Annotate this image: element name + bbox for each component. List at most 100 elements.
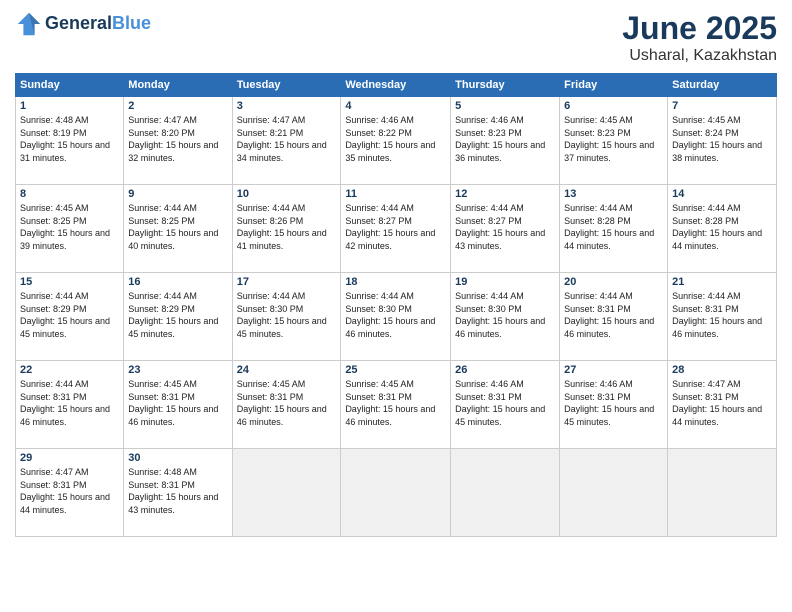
cell-text: Sunrise: 4:44 AM Sunset: 8:28 PM Dayligh… (672, 202, 772, 252)
cell-text: Sunrise: 4:48 AM Sunset: 8:19 PM Dayligh… (20, 114, 119, 164)
day-number: 17 (237, 276, 337, 288)
logo-text: GeneralBlue (45, 14, 151, 34)
day-number: 21 (672, 276, 772, 288)
day-number: 29 (20, 452, 119, 464)
cell-text: Sunrise: 4:47 AM Sunset: 8:31 PM Dayligh… (672, 378, 772, 428)
calendar-cell: 29 Sunrise: 4:47 AM Sunset: 8:31 PM Dayl… (16, 449, 124, 537)
cell-text: Sunrise: 4:44 AM Sunset: 8:25 PM Dayligh… (128, 202, 227, 252)
calendar-cell: 17 Sunrise: 4:44 AM Sunset: 8:30 PM Dayl… (232, 273, 341, 361)
day-number: 28 (672, 364, 772, 376)
cell-text: Sunrise: 4:44 AM Sunset: 8:31 PM Dayligh… (564, 290, 663, 340)
calendar-cell: 23 Sunrise: 4:45 AM Sunset: 8:31 PM Dayl… (124, 361, 232, 449)
day-number: 30 (128, 452, 227, 464)
day-number: 8 (20, 188, 119, 200)
cell-text: Sunrise: 4:47 AM Sunset: 8:20 PM Dayligh… (128, 114, 227, 164)
day-number: 4 (345, 100, 446, 112)
day-number: 5 (455, 100, 555, 112)
calendar-cell: 18 Sunrise: 4:44 AM Sunset: 8:30 PM Dayl… (341, 273, 451, 361)
day-number: 10 (237, 188, 337, 200)
day-number: 24 (237, 364, 337, 376)
day-number: 15 (20, 276, 119, 288)
location: Usharal, Kazakhstan (622, 47, 777, 65)
calendar-cell: 14 Sunrise: 4:44 AM Sunset: 8:28 PM Dayl… (668, 185, 777, 273)
day-number: 1 (20, 100, 119, 112)
calendar-cell: 8 Sunrise: 4:45 AM Sunset: 8:25 PM Dayli… (16, 185, 124, 273)
calendar-week-row: 15 Sunrise: 4:44 AM Sunset: 8:29 PM Dayl… (16, 273, 777, 361)
calendar-cell: 15 Sunrise: 4:44 AM Sunset: 8:29 PM Dayl… (16, 273, 124, 361)
calendar-cell: 4 Sunrise: 4:46 AM Sunset: 8:22 PM Dayli… (341, 97, 451, 185)
day-number: 7 (672, 100, 772, 112)
cell-text: Sunrise: 4:45 AM Sunset: 8:25 PM Dayligh… (20, 202, 119, 252)
col-wednesday: Wednesday (341, 74, 451, 97)
header: GeneralBlue June 2025 Usharal, Kazakhsta… (15, 10, 777, 65)
calendar-cell (232, 449, 341, 537)
calendar-cell: 6 Sunrise: 4:45 AM Sunset: 8:23 PM Dayli… (560, 97, 668, 185)
calendar-cell: 10 Sunrise: 4:44 AM Sunset: 8:26 PM Dayl… (232, 185, 341, 273)
cell-text: Sunrise: 4:44 AM Sunset: 8:30 PM Dayligh… (345, 290, 446, 340)
calendar-cell: 28 Sunrise: 4:47 AM Sunset: 8:31 PM Dayl… (668, 361, 777, 449)
day-number: 3 (237, 100, 337, 112)
cell-text: Sunrise: 4:45 AM Sunset: 8:31 PM Dayligh… (128, 378, 227, 428)
col-tuesday: Tuesday (232, 74, 341, 97)
calendar-cell: 19 Sunrise: 4:44 AM Sunset: 8:30 PM Dayl… (451, 273, 560, 361)
cell-text: Sunrise: 4:44 AM Sunset: 8:29 PM Dayligh… (128, 290, 227, 340)
calendar-cell: 3 Sunrise: 4:47 AM Sunset: 8:21 PM Dayli… (232, 97, 341, 185)
cell-text: Sunrise: 4:45 AM Sunset: 8:23 PM Dayligh… (564, 114, 663, 164)
calendar-cell: 11 Sunrise: 4:44 AM Sunset: 8:27 PM Dayl… (341, 185, 451, 273)
cell-text: Sunrise: 4:44 AM Sunset: 8:30 PM Dayligh… (237, 290, 337, 340)
cell-text: Sunrise: 4:47 AM Sunset: 8:21 PM Dayligh… (237, 114, 337, 164)
day-number: 25 (345, 364, 446, 376)
day-number: 11 (345, 188, 446, 200)
cell-text: Sunrise: 4:46 AM Sunset: 8:31 PM Dayligh… (455, 378, 555, 428)
calendar-cell (668, 449, 777, 537)
calendar-cell: 2 Sunrise: 4:47 AM Sunset: 8:20 PM Dayli… (124, 97, 232, 185)
cell-text: Sunrise: 4:44 AM Sunset: 8:30 PM Dayligh… (455, 290, 555, 340)
day-number: 20 (564, 276, 663, 288)
title-block: June 2025 Usharal, Kazakhstan (622, 10, 777, 65)
day-number: 23 (128, 364, 227, 376)
cell-text: Sunrise: 4:44 AM Sunset: 8:29 PM Dayligh… (20, 290, 119, 340)
month-title: June 2025 (622, 10, 777, 47)
cell-text: Sunrise: 4:46 AM Sunset: 8:23 PM Dayligh… (455, 114, 555, 164)
calendar-cell (341, 449, 451, 537)
calendar-cell: 12 Sunrise: 4:44 AM Sunset: 8:27 PM Dayl… (451, 185, 560, 273)
calendar-cell: 5 Sunrise: 4:46 AM Sunset: 8:23 PM Dayli… (451, 97, 560, 185)
col-sunday: Sunday (16, 74, 124, 97)
cell-text: Sunrise: 4:48 AM Sunset: 8:31 PM Dayligh… (128, 466, 227, 516)
calendar-table: Sunday Monday Tuesday Wednesday Thursday… (15, 73, 777, 537)
col-friday: Friday (560, 74, 668, 97)
calendar-cell: 7 Sunrise: 4:45 AM Sunset: 8:24 PM Dayli… (668, 97, 777, 185)
col-thursday: Thursday (451, 74, 560, 97)
day-number: 2 (128, 100, 227, 112)
cell-text: Sunrise: 4:46 AM Sunset: 8:22 PM Dayligh… (345, 114, 446, 164)
logo-icon (15, 10, 43, 38)
cell-text: Sunrise: 4:44 AM Sunset: 8:26 PM Dayligh… (237, 202, 337, 252)
calendar-cell: 21 Sunrise: 4:44 AM Sunset: 8:31 PM Dayl… (668, 273, 777, 361)
col-saturday: Saturday (668, 74, 777, 97)
calendar-header-row: Sunday Monday Tuesday Wednesday Thursday… (16, 74, 777, 97)
cell-text: Sunrise: 4:45 AM Sunset: 8:31 PM Dayligh… (237, 378, 337, 428)
calendar-cell: 27 Sunrise: 4:46 AM Sunset: 8:31 PM Dayl… (560, 361, 668, 449)
cell-text: Sunrise: 4:45 AM Sunset: 8:31 PM Dayligh… (345, 378, 446, 428)
cell-text: Sunrise: 4:44 AM Sunset: 8:27 PM Dayligh… (345, 202, 446, 252)
calendar-cell: 13 Sunrise: 4:44 AM Sunset: 8:28 PM Dayl… (560, 185, 668, 273)
calendar-cell: 25 Sunrise: 4:45 AM Sunset: 8:31 PM Dayl… (341, 361, 451, 449)
day-number: 22 (20, 364, 119, 376)
calendar-cell: 26 Sunrise: 4:46 AM Sunset: 8:31 PM Dayl… (451, 361, 560, 449)
cell-text: Sunrise: 4:44 AM Sunset: 8:27 PM Dayligh… (455, 202, 555, 252)
day-number: 6 (564, 100, 663, 112)
calendar-cell: 30 Sunrise: 4:48 AM Sunset: 8:31 PM Dayl… (124, 449, 232, 537)
cell-text: Sunrise: 4:44 AM Sunset: 8:28 PM Dayligh… (564, 202, 663, 252)
calendar-cell: 16 Sunrise: 4:44 AM Sunset: 8:29 PM Dayl… (124, 273, 232, 361)
day-number: 16 (128, 276, 227, 288)
cell-text: Sunrise: 4:44 AM Sunset: 8:31 PM Dayligh… (20, 378, 119, 428)
calendar-week-row: 8 Sunrise: 4:45 AM Sunset: 8:25 PM Dayli… (16, 185, 777, 273)
day-number: 19 (455, 276, 555, 288)
calendar-cell: 1 Sunrise: 4:48 AM Sunset: 8:19 PM Dayli… (16, 97, 124, 185)
cell-text: Sunrise: 4:45 AM Sunset: 8:24 PM Dayligh… (672, 114, 772, 164)
day-number: 12 (455, 188, 555, 200)
calendar-cell: 24 Sunrise: 4:45 AM Sunset: 8:31 PM Dayl… (232, 361, 341, 449)
cell-text: Sunrise: 4:44 AM Sunset: 8:31 PM Dayligh… (672, 290, 772, 340)
calendar-cell (451, 449, 560, 537)
calendar-cell: 20 Sunrise: 4:44 AM Sunset: 8:31 PM Dayl… (560, 273, 668, 361)
